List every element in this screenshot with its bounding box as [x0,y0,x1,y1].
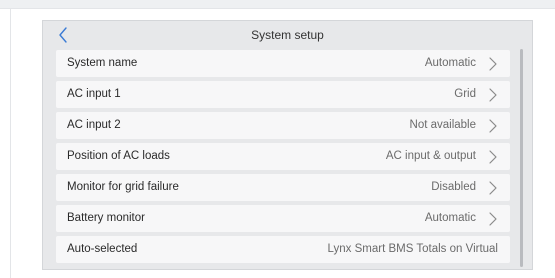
row-value: Grid [454,88,476,100]
row-label: System name [67,57,138,69]
page: System setup System name Automatic AC in… [0,0,555,278]
row-label: Auto-selected [67,243,138,255]
row-value: Lynx Smart BMS Totals on Virtual [327,243,498,255]
scrollbar[interactable] [520,49,523,267]
row-label: Position of AC loads [67,150,170,162]
row-value: Not available [409,119,476,131]
row-system-name[interactable]: System name Automatic [56,50,510,77]
row-position-of-ac-loads[interactable]: Position of AC loads AC input & output [56,143,510,170]
row-auto-selected: Auto-selected Lynx Smart BMS Totals on V… [56,236,510,263]
row-value: AC input & output [385,150,476,162]
chevron-right-icon [489,150,497,164]
chevron-right-icon [489,57,497,71]
row-value: Automatic [424,57,476,69]
chevron-right-icon [489,88,497,102]
row-value: Disabled [431,181,476,193]
page-title: System setup [251,28,324,42]
top-divider [0,0,555,9]
chevron-right-icon [489,181,497,195]
row-monitor-for-grid-failure[interactable]: Monitor for grid failure Disabled [56,174,510,201]
left-divider [10,9,11,278]
row-battery-monitor[interactable]: Battery monitor Automatic [56,205,510,232]
header: System setup [43,21,532,49]
row-value: Automatic [424,212,476,224]
device-screen: System setup System name Automatic AC in… [42,20,533,270]
row-ac-input-1[interactable]: AC input 1 Grid [56,81,510,108]
chevron-right-icon [489,212,497,226]
row-label: Battery monitor [67,212,145,224]
row-ac-input-2[interactable]: AC input 2 Not available [56,112,510,139]
row-label: AC input 1 [67,88,121,100]
row-label: AC input 2 [67,119,121,131]
chevron-right-icon [489,119,497,133]
row-label: Monitor for grid failure [67,181,179,193]
settings-list: System name Automatic AC input 1 Grid AC… [56,50,510,267]
